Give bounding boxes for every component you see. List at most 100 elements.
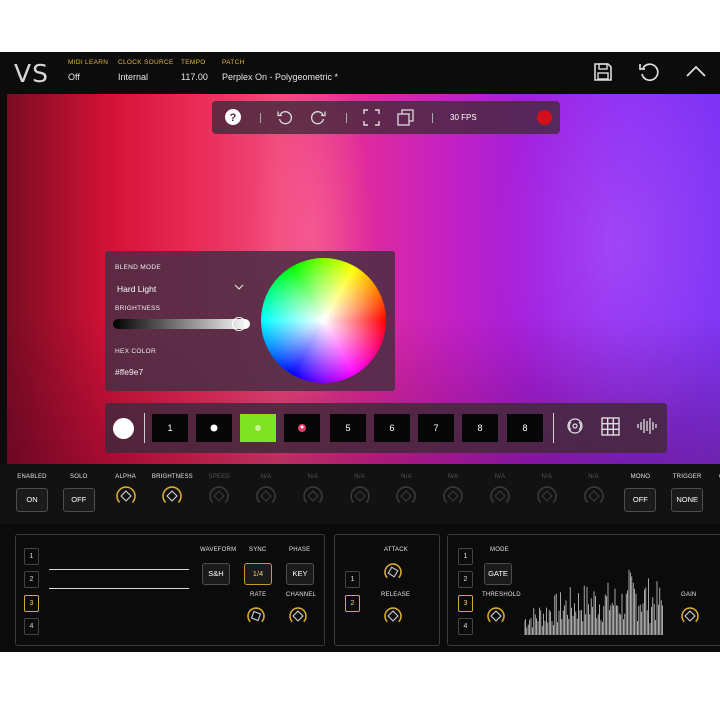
param-trigger-14: TRIGGER NONE xyxy=(665,474,709,512)
param-label: N/A xyxy=(354,474,365,480)
brightness-label: BRIGHTNESS xyxy=(115,305,161,312)
patch-field[interactable]: PATCH Perplex On - Polygeometric * xyxy=(222,59,338,82)
blend-panel: BLEND MODE Hard Light BRIGHTNESS HEX COL… xyxy=(105,251,395,391)
audio-gate-module: 1 2 3 4 MODE GATE THRESHOLD GAIN xyxy=(447,534,720,646)
lfo-channel-knob[interactable] xyxy=(287,605,309,627)
lfo-slot-2[interactable]: 2 xyxy=(24,571,39,588)
help-icon[interactable]: ? xyxy=(224,108,242,126)
chevron-down-icon xyxy=(234,284,244,290)
fps-readout: 30 FPS xyxy=(450,113,477,122)
gate-slot-1[interactable]: 1 xyxy=(458,548,473,565)
release-knob[interactable] xyxy=(382,605,404,627)
layer-slot-6[interactable]: 6 xyxy=(374,414,410,442)
envelope-slot-1[interactable]: 1 xyxy=(345,571,360,588)
param-speed-4: SPEED xyxy=(197,474,241,513)
modulation-section: 1 2 3 4 WAVEFORM S&H SYNC 1/4 PHASE KEY … xyxy=(0,524,720,652)
gate-slot-2[interactable]: 2 xyxy=(458,571,473,588)
undo-icon[interactable] xyxy=(637,60,661,84)
midi-learn-value: Off xyxy=(68,72,80,82)
brightness-slider[interactable] xyxy=(113,319,250,329)
param-label: CHANNEL xyxy=(712,474,720,480)
midi-learn-label: MIDI LEARN xyxy=(68,59,109,66)
envelope-module: 1 2 ATTACK RELEASE xyxy=(334,534,440,646)
param-knob xyxy=(256,486,276,503)
rate-label: RATE xyxy=(250,592,267,598)
param-n-a-8: N/A xyxy=(384,474,428,513)
attack-label: ATTACK xyxy=(384,547,408,553)
sync-button[interactable]: 1/4 xyxy=(244,563,272,585)
waveform-button[interactable]: S&H xyxy=(202,563,230,585)
video-canvas[interactable]: ? 30 FPS BLEND MODE Hard Light BRIGHTNES… xyxy=(7,94,720,464)
brightness-slider-handle[interactable] xyxy=(232,317,246,331)
param-label: TRIGGER xyxy=(672,474,702,480)
lfo-slot-1[interactable]: 1 xyxy=(24,548,39,565)
phase-button[interactable]: KEY xyxy=(286,563,314,585)
broadcast-icon[interactable] xyxy=(566,417,584,435)
param-n-a-11: N/A xyxy=(525,474,569,513)
collapse-icon[interactable] xyxy=(684,60,708,84)
fullscreen-icon[interactable] xyxy=(363,109,380,126)
param-n-a-12: N/A xyxy=(572,474,616,513)
svg-text:?: ? xyxy=(230,112,237,124)
envelope-slot-2[interactable]: 2 xyxy=(345,595,360,612)
param-label: N/A xyxy=(260,474,272,480)
save-icon[interactable] xyxy=(591,60,615,84)
param-toggle-button[interactable]: NONE xyxy=(671,488,704,512)
patch-value: Perplex On - Polygeometric * xyxy=(222,72,339,82)
param-knob xyxy=(209,486,229,503)
layer-slot-5[interactable]: 5 xyxy=(330,414,366,442)
clock-source-field[interactable]: CLOCK SOURCE Internal xyxy=(118,59,174,82)
gate-slot-3[interactable]: 3 xyxy=(458,595,473,612)
layer-params-row: ENABLED ON SOLO OFF ALPHA BRIGHTNESS SPEED N/A N… xyxy=(0,464,720,524)
waveform-icon[interactable] xyxy=(637,417,657,435)
tempo-field[interactable]: TEMPO 117.00 xyxy=(181,59,208,82)
tempo-value: 117.00 xyxy=(181,72,208,82)
color-wheel-picker[interactable] xyxy=(319,314,329,324)
hex-color-label: HEX COLOR xyxy=(115,348,156,355)
layer-slot-9[interactable]: 8 xyxy=(507,414,543,442)
param-knob[interactable] xyxy=(114,484,138,508)
duplicate-icon[interactable] xyxy=(397,109,414,126)
redo-icon[interactable] xyxy=(311,109,327,125)
lfo-waveform-preview-top xyxy=(49,569,189,570)
layer-slot-2[interactable] xyxy=(196,414,232,442)
param-n-a-7: N/A xyxy=(338,474,382,513)
lfo-waveform-preview-bottom xyxy=(49,588,189,589)
record-button[interactable] xyxy=(537,110,552,125)
gain-label: GAIN xyxy=(681,592,697,598)
midi-learn-field[interactable]: MIDI LEARN Off xyxy=(68,59,108,82)
undo-icon[interactable] xyxy=(276,109,292,125)
threshold-label: THRESHOLD xyxy=(482,592,521,598)
layer-slot-7[interactable]: 7 xyxy=(418,414,454,442)
param-toggle-button[interactable]: OFF xyxy=(624,488,657,512)
param-toggle-button[interactable]: ON xyxy=(16,488,48,512)
layer-slot-4[interactable] xyxy=(284,414,320,442)
gain-knob[interactable] xyxy=(679,605,701,627)
mode-label: MODE xyxy=(490,547,509,553)
hex-color-input[interactable]: #ffe9e7 xyxy=(115,367,143,377)
color-swatch[interactable] xyxy=(113,418,134,439)
waveform-label: WAVEFORM xyxy=(200,547,237,553)
param-knob[interactable] xyxy=(160,484,184,508)
lfo-slot-4[interactable]: 4 xyxy=(24,618,39,635)
lfo-slot-3[interactable]: 3 xyxy=(24,595,39,612)
app-logo: VS xyxy=(14,59,49,88)
tempo-label: TEMPO xyxy=(181,59,206,66)
param-n-a-6: N/A xyxy=(291,474,335,513)
attack-knob[interactable] xyxy=(382,561,404,583)
param-toggle-button[interactable]: OFF xyxy=(62,488,95,512)
gate-slot-4[interactable]: 4 xyxy=(458,618,473,635)
blend-mode-label: BLEND MODE xyxy=(115,264,161,271)
sync-label: SYNC xyxy=(249,547,267,553)
rate-knob[interactable] xyxy=(245,605,267,627)
mode-button[interactable]: GATE xyxy=(484,563,512,585)
layer-slot-3[interactable] xyxy=(240,414,276,442)
param-knob xyxy=(537,486,557,503)
layer-slot-8[interactable]: 8 xyxy=(462,414,498,442)
grid-icon[interactable] xyxy=(601,417,620,436)
param-label: N/A xyxy=(401,474,412,480)
param-label: SOLO xyxy=(70,474,88,480)
threshold-knob[interactable] xyxy=(485,605,507,627)
param-label: ENABLED xyxy=(17,474,47,480)
layer-slot-1[interactable]: 1 xyxy=(152,414,188,442)
